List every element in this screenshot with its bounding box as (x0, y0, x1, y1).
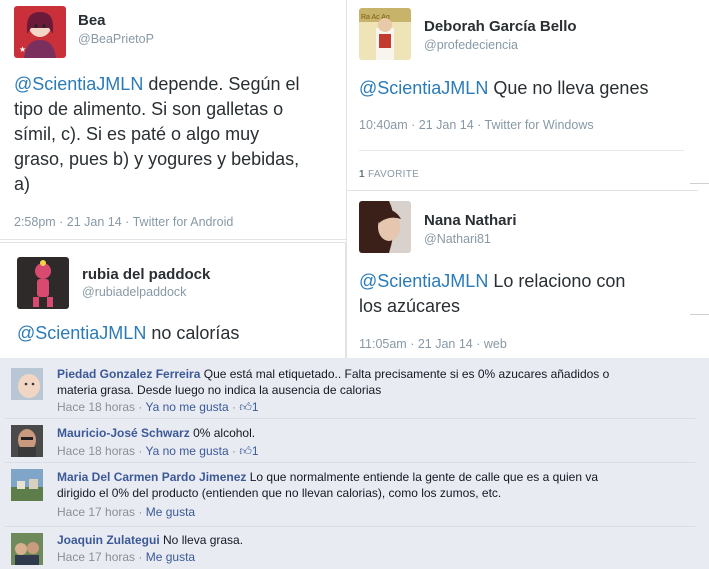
divider (690, 183, 709, 184)
tweet-text: @ScientiaJMLN Que no lleva genes (359, 76, 689, 101)
tweet-author-handle[interactable]: @profedeciencia (424, 38, 518, 52)
comment-text-line: Que está mal etiquetado.. Falta precisam… (203, 367, 610, 381)
comment-row: Piedad Gonzalez Ferreira Que está mal et… (5, 362, 695, 418)
comment-text: Maria Del Carmen Pardo Jimenez Lo que no… (57, 469, 675, 501)
unlike-link[interactable]: Ya no me gusta (146, 400, 229, 414)
tweet-mention[interactable]: @ScientiaJMLN (17, 323, 146, 343)
avatar[interactable]: Ra Ac Ag (359, 8, 411, 60)
avatar[interactable]: ★ (14, 6, 66, 58)
group-photo-icon (11, 533, 43, 565)
thumbs-up-icon: 👍︎ (239, 400, 252, 414)
thumbs-up-icon: 👍︎ (239, 444, 252, 458)
comment-row: Joaquin Zulategui No lleva grasa. Hace 1… (5, 526, 695, 569)
comment-meta: Hace 18 horas · Ya no me gusta · 👍︎1 (57, 400, 259, 415)
divider (359, 150, 684, 151)
avatar[interactable] (11, 425, 43, 457)
rubia-avatar-image (17, 257, 69, 309)
tweet-mention[interactable]: @ScientiaJMLN (359, 78, 488, 98)
comment-time[interactable]: Hace 17 horas (57, 505, 135, 519)
comment-text-line: Lo que normalmente entiende la gente de … (249, 470, 599, 484)
tweet-timestamp[interactable]: 10:40am · 21 Jan 14 · Twitter for Window… (359, 118, 594, 132)
tweet-text-line: Que no lleva genes (493, 78, 649, 98)
meta-separator: · (135, 444, 146, 458)
meta-separator: · (228, 400, 240, 414)
avatar[interactable] (11, 469, 43, 501)
comment-text: Joaquin Zulategui No lleva grasa. (57, 532, 675, 548)
tweet-author-name[interactable]: Nana Nathari (424, 212, 517, 229)
tweet-card-nana: Nana Nathari @Nathari81 @ScientiaJMLN Lo… (346, 190, 698, 358)
comment-text-line: dirigido el 0% del producto (entienden q… (57, 486, 502, 500)
tweet-text: @ScientiaJMLN depende. Según el tipo de … (14, 72, 344, 197)
comment-time[interactable]: Hace 17 horas (57, 550, 135, 564)
man-photo-icon (11, 425, 43, 457)
comment-text: Piedad Gonzalez Ferreira Que está mal et… (57, 366, 675, 398)
comment-meta: Hace 17 horas · Me gusta (57, 505, 195, 519)
tweet-text: @ScientiaJMLN no calorías (17, 321, 337, 346)
comment-text-line: 0% alcohol. (193, 426, 256, 440)
like-count[interactable]: 1 (252, 444, 259, 458)
tweet-card-bea: ★ Bea @BeaPrietoP @ScientiaJMLN depende.… (0, 0, 348, 240)
tweet-text-line: tipo de alimento. Si son galletas o (14, 99, 284, 119)
bea-avatar-image: ★ (14, 6, 66, 58)
comment-meta: Hace 18 horas · Ya no me gusta · 👍︎1 (57, 444, 259, 459)
tweet-text-line: símil, c). Si es paté o algo muy (14, 124, 260, 144)
tweet-text: @ScientiaJMLN Lo relaciono con los azúca… (359, 269, 689, 319)
divider (690, 314, 709, 315)
tweet-timestamp[interactable]: 11:05am · 21 Jan 14 · web (359, 337, 507, 351)
tweet-mention[interactable]: @ScientiaJMLN (359, 271, 488, 291)
comment-author[interactable]: Mauricio-José Schwarz (57, 426, 190, 440)
meta-separator: · (135, 505, 146, 519)
tweet-author-handle[interactable]: @rubiadelpaddock (82, 285, 186, 299)
meta-separator: · (228, 444, 240, 458)
tweet-author-handle[interactable]: @Nathari81 (424, 232, 491, 246)
meta-separator: · (135, 550, 146, 564)
facebook-comments: Piedad Gonzalez Ferreira Que está mal et… (0, 358, 709, 569)
deborah-avatar-image: Ra Ac Ag (359, 8, 411, 60)
svg-text:★: ★ (19, 45, 26, 54)
comment-text: Mauricio-José Schwarz 0% alcohol. (57, 425, 675, 441)
tweet-text-line: depende. Según el (148, 74, 300, 94)
comment-author[interactable]: Maria Del Carmen Pardo Jimenez (57, 470, 246, 484)
landscape-photo-icon (11, 469, 43, 501)
like-count[interactable]: 1 (252, 400, 259, 414)
avatar[interactable] (11, 368, 43, 400)
comment-time[interactable]: Hace 18 horas (57, 444, 135, 458)
tweet-timestamp[interactable]: 2:58pm · 21 Jan 14 · Twitter for Android (14, 215, 233, 229)
tweet-author-name[interactable]: Deborah García Bello (424, 18, 577, 35)
tweet-author-handle[interactable]: @BeaPrietoP (78, 32, 154, 46)
like-link[interactable]: Me gusta (146, 550, 195, 564)
tweet-author-name[interactable]: Bea (78, 12, 106, 29)
tweet-mention[interactable]: @ScientiaJMLN (14, 74, 143, 94)
comment-meta: Hace 17 horas · Me gusta (57, 550, 195, 564)
tweet-text-line: graso, pues b) y yogures y bebidas, (14, 149, 300, 169)
tweet-author-name[interactable]: rubia del paddock (82, 266, 210, 283)
avatar[interactable] (359, 201, 411, 253)
nana-avatar-image (359, 201, 411, 253)
avatar[interactable] (11, 533, 43, 565)
tweet-text-line: no calorías (151, 323, 240, 343)
tweet-card-rubia: rubia del paddock @rubiadelpaddock @Scie… (0, 242, 346, 358)
tweet-text-line: los azúcares (359, 296, 461, 316)
tweet-text-line: Lo relaciono con (493, 271, 626, 291)
comment-time[interactable]: Hace 18 horas (57, 400, 135, 414)
comment-text-line: No lleva grasa. (163, 533, 244, 547)
comment-text-line: materia grasa. Desde luego no indica la … (57, 383, 382, 397)
comment-author[interactable]: Piedad Gonzalez Ferreira (57, 367, 200, 381)
favorites-count[interactable]: 1 FAVORITE (359, 169, 419, 180)
comment-author[interactable]: Joaquin Zulategui (57, 533, 160, 547)
avatar[interactable] (17, 257, 69, 309)
baby-photo-icon (11, 368, 43, 400)
tweet-text-line: a) (14, 174, 31, 194)
like-link[interactable]: Me gusta (146, 505, 195, 519)
comment-row: Maria Del Carmen Pardo Jimenez Lo que no… (5, 462, 695, 526)
favorites-label: FAVORITE (367, 169, 420, 180)
meta-separator: · (135, 400, 146, 414)
favorites-number: 1 (359, 169, 365, 180)
comment-row: Mauricio-José Schwarz 0% alcohol. Hace 1… (5, 418, 695, 462)
unlike-link[interactable]: Ya no me gusta (146, 444, 229, 458)
